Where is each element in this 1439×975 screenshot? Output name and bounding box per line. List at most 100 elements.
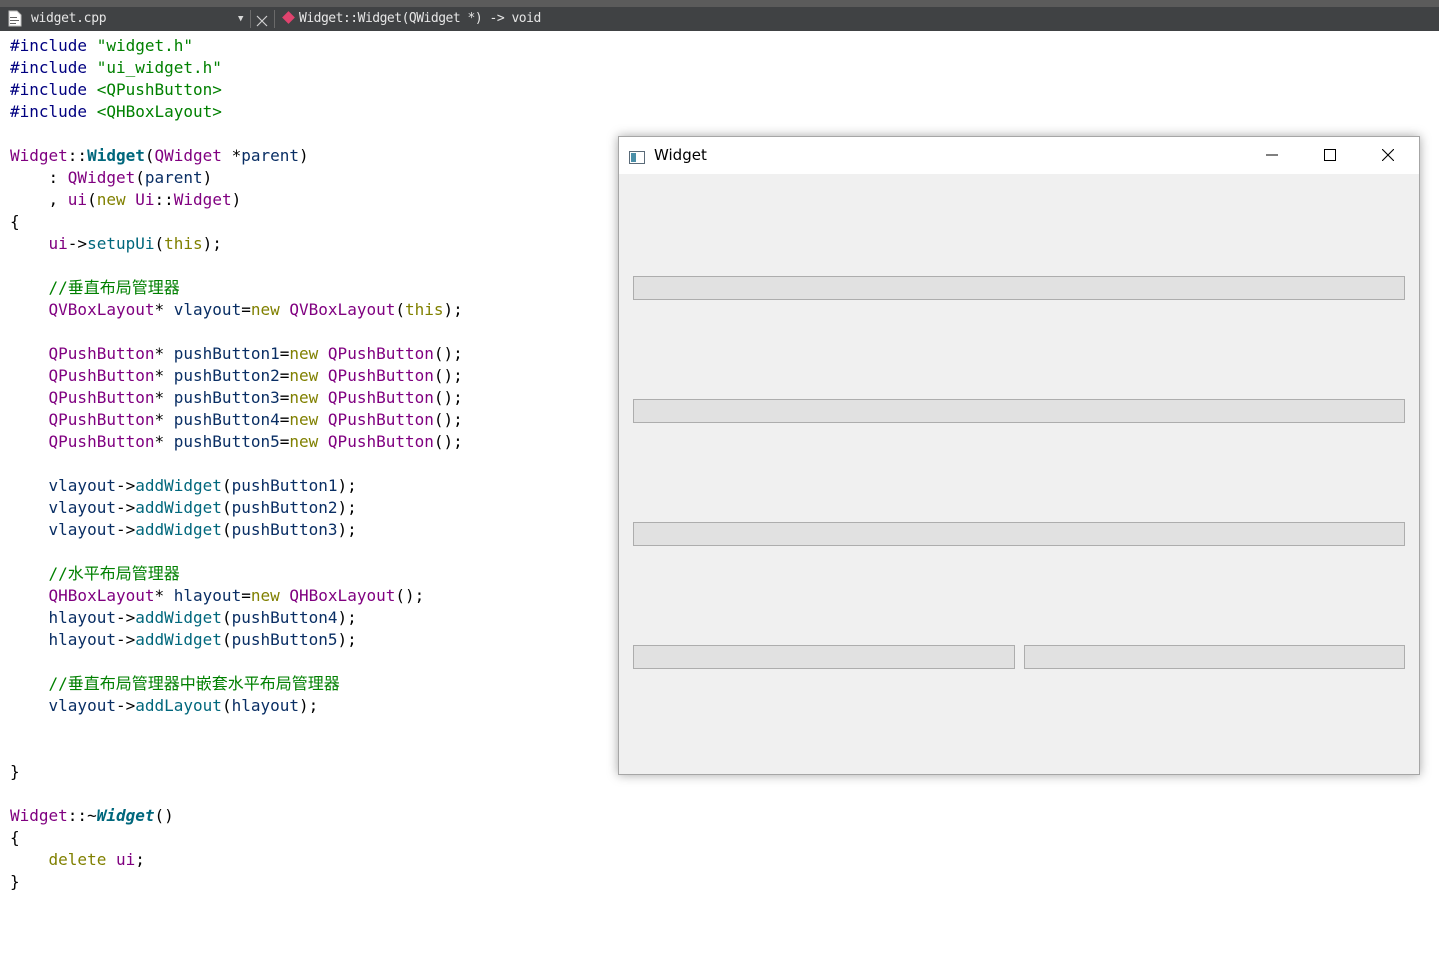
code-token: Ui (135, 190, 155, 209)
code-token: new (289, 366, 319, 385)
code-token: #include (10, 36, 97, 55)
code-token: ); (337, 520, 357, 539)
top-window-strip (0, 0, 1439, 7)
push-button-4[interactable] (633, 645, 1015, 669)
code-token: ) (299, 146, 309, 165)
code-token: #include (10, 80, 97, 99)
code-token: QVBoxLayout (289, 300, 396, 319)
window-app-icon (629, 149, 645, 164)
code-line: Widget::~Widget() (10, 805, 463, 827)
code-token: addWidget (135, 498, 222, 517)
code-token: QPushButton (48, 410, 155, 429)
code-token: vlayout (48, 498, 116, 517)
code-token: pushButton1 (231, 476, 338, 495)
code-token: ( (154, 234, 165, 253)
code-token: QPushButton (48, 432, 155, 451)
code-token: new (250, 300, 280, 319)
code-token: addWidget (135, 630, 222, 649)
code-token: ( (395, 300, 405, 319)
code-line: QPushButton* pushButton2=new QPushButton… (10, 365, 463, 387)
code-token: new (289, 388, 319, 407)
code-token: * (154, 432, 174, 451)
code-token: ui (115, 850, 136, 869)
code-token: //垂直布局管理器中嵌套水平布局管理器 (10, 674, 340, 693)
code-token: vlayout (48, 476, 116, 495)
code-line: QPushButton* pushButton5=new QPushButton… (10, 431, 463, 453)
push-button-1[interactable] (633, 276, 1405, 300)
code-line: QPushButton* pushButton1=new QPushButton… (10, 343, 463, 365)
minimize-button[interactable] (1243, 137, 1301, 174)
code-token: addLayout (135, 696, 222, 715)
code-editor[interactable]: #include "widget.h" #include "ui_widget.h… (10, 35, 463, 893)
code-token: Widget (96, 806, 155, 825)
code-token: Widget (10, 146, 68, 165)
code-token: { (10, 828, 20, 847)
code-token: hlayout (48, 630, 116, 649)
code-line: vlayout->addLayout(hlayout); (10, 695, 463, 717)
code-line: { (10, 211, 463, 233)
window-title: Widget (654, 146, 707, 164)
code-token: ; (135, 850, 145, 869)
code-token: -> (115, 498, 136, 517)
code-token: ); (337, 476, 357, 495)
code-token: = (279, 432, 290, 451)
code-token: new (96, 190, 126, 209)
close-file-icon[interactable] (256, 12, 268, 27)
qt-widget-window: Widget (618, 136, 1420, 775)
code-token: #include (10, 102, 97, 121)
push-button-5[interactable] (1024, 645, 1405, 669)
code-token: = (279, 410, 290, 429)
code-token: * (154, 300, 174, 319)
code-token: ( (221, 498, 232, 517)
code-token: hlayout (231, 696, 300, 715)
code-token: pushButton3 (173, 388, 280, 407)
code-token: pushButton5 (173, 432, 280, 451)
open-file-name[interactable]: widget.cpp (31, 7, 107, 31)
code-token: parent (144, 168, 203, 187)
code-token: = (241, 300, 251, 319)
code-token: vlayout (48, 696, 116, 715)
code-token: * (154, 388, 174, 407)
code-token: ( (221, 608, 232, 627)
code-token: () (154, 806, 174, 825)
push-button-2[interactable] (633, 399, 1405, 423)
code-token: :: (67, 146, 88, 165)
push-button-3[interactable] (633, 522, 1405, 546)
file-dropdown-icon[interactable]: ▼ (238, 7, 243, 31)
code-token: -> (115, 476, 136, 495)
code-token: (); (433, 388, 463, 407)
code-line: #include "ui_widget.h" (10, 57, 463, 79)
code-token: (); (433, 410, 463, 429)
code-token: addWidget (135, 520, 222, 539)
code-token: QPushButton (327, 344, 434, 363)
maximize-button[interactable] (1301, 137, 1359, 174)
code-line: : QWidget(parent) (10, 167, 463, 189)
code-token: setupUi (87, 234, 155, 253)
close-window-button[interactable] (1359, 137, 1417, 174)
code-token: pushButton4 (173, 410, 280, 429)
code-token: -> (115, 608, 136, 627)
code-line: //水平布局管理器 (10, 563, 463, 585)
code-token: ) (231, 190, 242, 209)
current-symbol[interactable]: Widget::Widget(QWidget *) -> void (299, 7, 541, 31)
code-token: QPushButton (48, 366, 155, 385)
code-line: #include <QPushButton> (10, 79, 463, 101)
code-line: Widget::Widget(QWidget *parent) (10, 145, 463, 167)
qt-title-bar[interactable]: Widget (619, 137, 1419, 174)
